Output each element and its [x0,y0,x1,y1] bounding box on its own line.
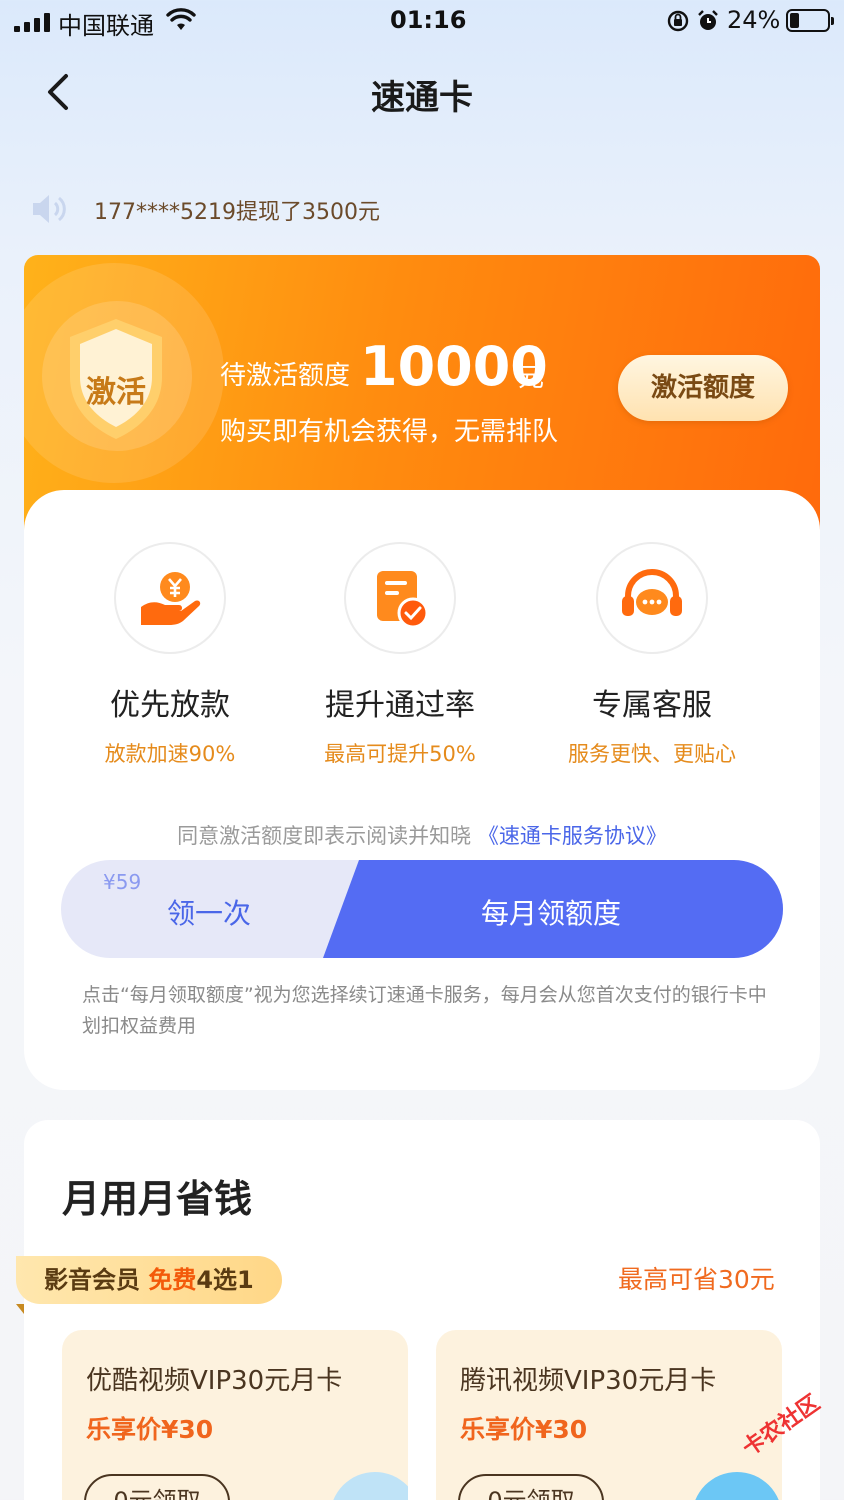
service-agreement-link[interactable]: 《速通卡服务协议》 [478,824,667,848]
feature-priority-loan: 优先放款 放款加速90% [40,542,300,768]
feature-customer-service: 专属客服 服务更快、更贴心 [522,542,782,768]
buy-once-option[interactable]: ¥59 领一次 [61,860,361,958]
offer-name: 腾讯视频VIP30元月卡 [460,1366,717,1396]
agreement-prefix: 同意激活额度即表示阅读并知晓 [177,824,472,848]
quota-unit: 元 [518,363,545,393]
feature-subtitle: 服务更快、更贴心 [568,742,736,766]
once-price: ¥59 [103,870,142,894]
membership-tag: 影音会员 免费4选1 [16,1256,282,1304]
tencent-video-logo-icon [692,1472,782,1500]
renewal-fine-print: 点击“每月领取额度”视为您选择续订速通卡服务，每月会从您首次支付的银行卡中划扣权… [82,984,767,1037]
feature-title: 优先放款 [110,688,230,723]
feature-title: 专属客服 [592,688,712,723]
battery-percent: 24% [727,6,781,34]
alarm-icon [698,10,718,30]
agreement-text: 同意激活额度即表示阅读并知晓 《速通卡服务协议》 [24,820,820,850]
feature-pass-rate: 提升通过率 最高可提升50% [270,542,530,768]
wifi-icon [166,8,196,30]
feature-title: 提升通过率 [325,688,475,723]
quota-subtitle: 购买即有机会获得，无需排队 [220,417,559,447]
benefits-card: 优先放款 放款加速90% 提升通过率 最高可提升50% 专属客服 服务更快、更贴… [24,490,820,1090]
battery-icon [786,9,834,32]
document-check-icon [344,542,456,654]
clock: 01:16 [390,6,467,34]
quota-label: 待激活额度 [220,361,351,391]
once-label: 领一次 [167,897,252,930]
max-savings-note: 最高可省30元 [618,1265,775,1294]
feature-subtitle: 放款加速90% [104,742,236,766]
monthly-option[interactable]: 每月领额度 [323,860,783,958]
youku-logo-icon [330,1472,408,1500]
section-title: 月用月省钱 [62,1177,253,1221]
rotation-lock-icon [667,10,689,32]
free-highlight: 免费 [148,1266,197,1294]
headset-icon [596,542,708,654]
monthly-label: 每月领额度 [481,897,622,930]
plan-selector: ¥59 领一次 每月领额度 [61,860,783,958]
carrier-label: 中国联通 [58,12,154,40]
back-arrow-icon[interactable] [40,70,80,114]
activate-quota-button[interactable]: 激活额度 [618,355,788,421]
monthly-savings-card: 月用月省钱 影音会员 免费4选1 最高可省30元 优酷视频VIP30元月卡 乐享… [16,1120,820,1500]
page-title: 速通卡 [371,78,473,118]
status-bar: 中国联通 01:16 24% [0,0,844,44]
shield-badge-label: 激活 [86,375,146,410]
offer-price: 乐享价¥30 [86,1415,214,1444]
withdraw-notice: 177****5219提现了3500元 [94,200,380,225]
speaker-icon [33,195,66,223]
offer-price: 乐享价¥30 [460,1415,588,1444]
feature-subtitle: 最高可提升50% [324,742,476,766]
offer-name: 优酷视频VIP30元月卡 [86,1366,343,1396]
signal-icon [14,12,50,32]
claim-button[interactable]: 0元领取 [458,1474,604,1500]
vip-offer-card[interactable]: 腾讯视频VIP30元月卡 乐享价¥30 0元领取 [436,1330,782,1500]
vip-offer-card[interactable]: 优酷视频VIP30元月卡 乐享价¥30 0元领取 [62,1330,408,1500]
yuan-hand-icon [114,542,226,654]
claim-button[interactable]: 0元领取 [84,1474,230,1500]
